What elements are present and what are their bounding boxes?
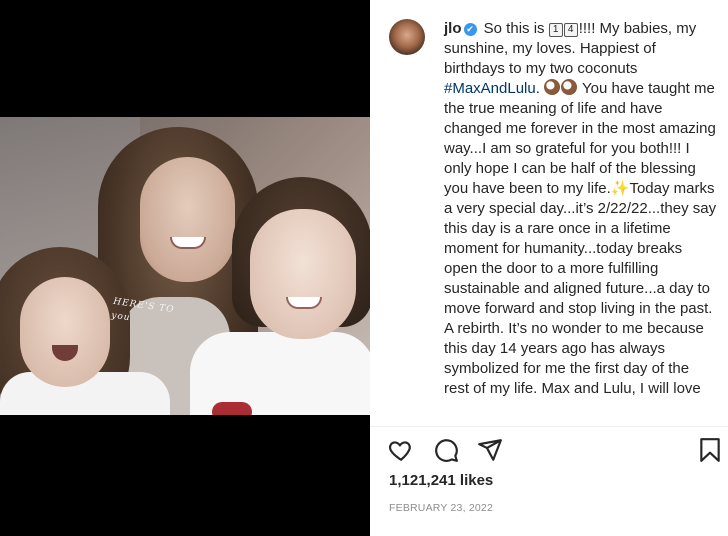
share-icon — [478, 439, 502, 461]
divider — [370, 426, 728, 427]
comment-button[interactable] — [432, 436, 460, 464]
post-media[interactable]: HERE'S TO you — [0, 0, 370, 536]
verified-badge-icon: ✔ — [463, 23, 477, 36]
hashtag-link[interactable]: #MaxAndLulu — [444, 80, 536, 97]
photo-boy-face — [250, 209, 356, 339]
sparkles-emoji: ✨ — [610, 180, 630, 197]
keycap-one-emoji: 1 — [548, 23, 563, 37]
photo-girl-face — [20, 277, 110, 387]
photo-woman-face — [140, 157, 235, 282]
caption-text-4: Today marks a very special day...it’s 2/… — [444, 180, 717, 397]
save-button[interactable] — [696, 436, 724, 464]
caption-intro: So this is — [483, 20, 549, 37]
username-link[interactable]: jlo — [444, 20, 462, 37]
post-photo[interactable]: HERE'S TO you — [0, 117, 370, 415]
avatar[interactable] — [389, 19, 425, 55]
keycap-four-emoji: 4 — [563, 23, 578, 37]
caption-text-2: . — [535, 80, 545, 97]
post-caption: jlo ✔ So this is 1 4!!!! My babies, my sun… — [444, 19, 718, 399]
likes-count[interactable]: 1,121,241 likes — [389, 472, 493, 489]
comment-icon — [435, 439, 458, 462]
coconut-emoji — [544, 79, 561, 95]
post-date[interactable]: FEBRUARY 23, 2022 — [389, 502, 493, 514]
post-caption-area: jlo ✔ So this is 1 4!!!! My babies, my sun… — [370, 0, 728, 426]
heart-icon — [389, 441, 411, 461]
bookmark-icon — [700, 438, 720, 462]
like-button[interactable] — [387, 436, 415, 464]
share-button[interactable] — [476, 436, 504, 464]
photo-red-detail — [212, 402, 252, 415]
coconut-emoji — [561, 79, 578, 95]
post-actions-bar — [370, 432, 728, 466]
post-details-panel: jlo ✔ So this is 1 4!!!! My babies, my sun… — [370, 0, 728, 536]
